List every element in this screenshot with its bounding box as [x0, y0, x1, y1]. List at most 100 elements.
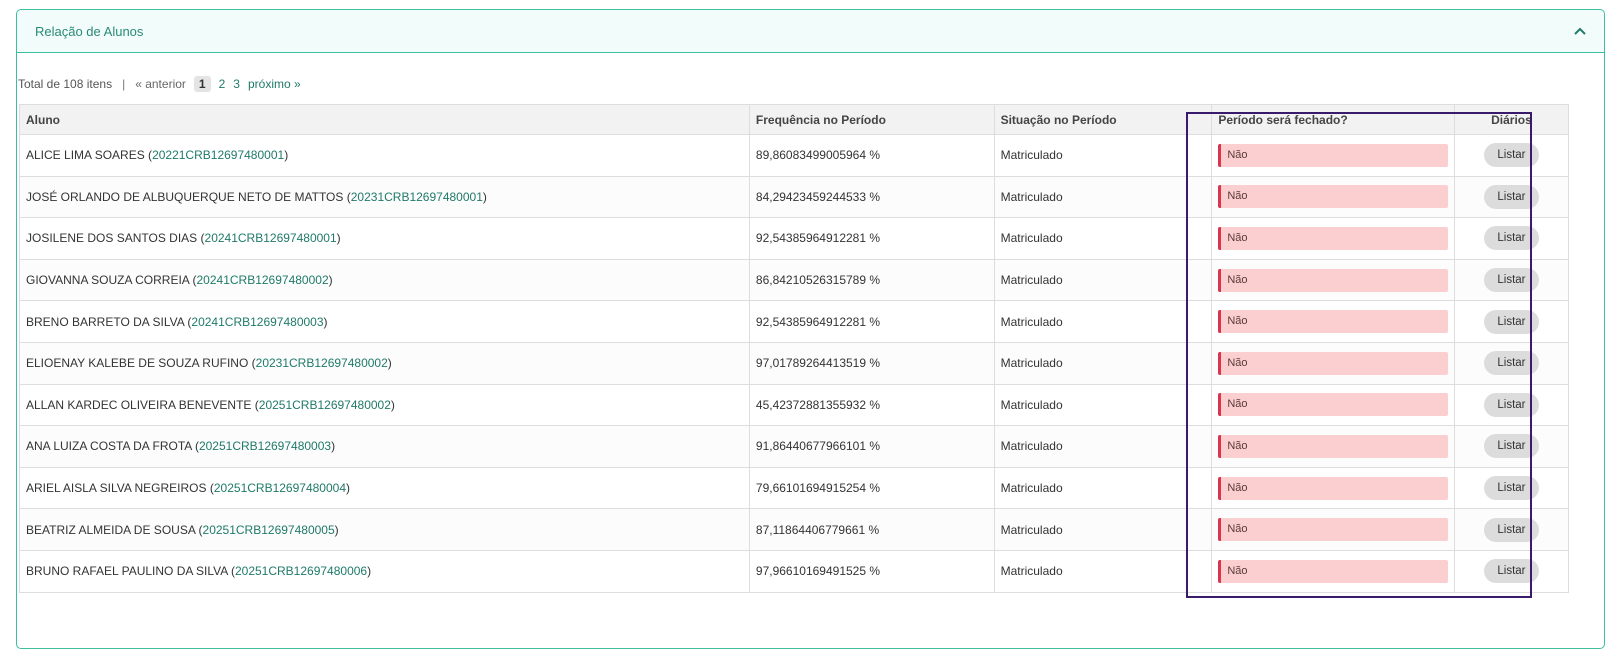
student-name: BRENO BARRETO DA SILVA	[26, 314, 185, 329]
status-badge: Não	[1218, 185, 1448, 209]
cell-diarios: Listar	[1453, 300, 1570, 343]
cell-aluno: BEATRIZ ALMEIDA DE SOUSA (20251CRB126974…	[19, 508, 750, 551]
cell-frequencia: 91,86440677966101 %	[748, 425, 995, 468]
status-badge: Não	[1218, 268, 1448, 292]
cell-diarios: Listar	[1453, 508, 1570, 551]
student-matricula-link[interactable]: 20251CRB12697480003	[199, 439, 331, 453]
col-header-aluno[interactable]: Aluno	[19, 104, 750, 135]
status-badge: Não	[1218, 434, 1448, 458]
listar-button[interactable]: Listar	[1484, 184, 1539, 209]
table-row: BRENO BARRETO DA SILVA (20241CRB12697480…	[19, 300, 1570, 343]
cell-fechado: Não	[1211, 175, 1455, 219]
listar-button[interactable]: Listar	[1484, 434, 1539, 459]
listar-button[interactable]: Listar	[1484, 226, 1539, 251]
cell-aluno: JOSILENE DOS SANTOS DIAS (20241CRB126974…	[19, 217, 750, 260]
cell-diarios: Listar	[1453, 175, 1570, 219]
listar-button[interactable]: Listar	[1484, 392, 1539, 417]
status-badge: Não	[1218, 310, 1448, 334]
col-header-situacao[interactable]: Situação no Período	[993, 104, 1213, 135]
status-badge: Não	[1218, 143, 1448, 167]
cell-situacao: Matriculado	[993, 341, 1213, 385]
cell-fechado: Não	[1211, 134, 1455, 177]
cell-frequencia: 86,84210526315789 %	[748, 258, 995, 302]
cell-fechado: Não	[1211, 341, 1455, 385]
cell-aluno: BRUNO RAFAEL PAULINO DA SILVA (20251CRB1…	[19, 549, 750, 593]
table-row: ELIOENAY KALEBE DE SOUZA RUFINO (20231CR…	[19, 341, 1570, 385]
cell-aluno: ARIEL AISLA SILVA NEGREIROS (20251CRB126…	[19, 466, 750, 510]
student-matricula-link[interactable]: 20251CRB12697480002	[259, 398, 391, 412]
table-row: JOSILENE DOS SANTOS DIAS (20241CRB126974…	[19, 217, 1570, 260]
cell-fechado: Não	[1211, 300, 1455, 343]
cell-situacao: Matriculado	[993, 217, 1213, 260]
cell-diarios: Listar	[1453, 466, 1570, 510]
table-row: ALLAN KARDEC OLIVEIRA BENEVENTE (20251CR…	[19, 383, 1570, 427]
table-row: JOSÉ ORLANDO DE ALBUQUERQUE NETO DE MATT…	[19, 175, 1570, 219]
cell-aluno: ANA LUIZA COSTA DA FROTA (20251CRB126974…	[19, 425, 750, 468]
cell-diarios: Listar	[1453, 258, 1570, 302]
cell-aluno: BRENO BARRETO DA SILVA (20241CRB12697480…	[19, 300, 750, 343]
cell-situacao: Matriculado	[993, 175, 1213, 219]
table-row: BEATRIZ ALMEIDA DE SOUSA (20251CRB126974…	[19, 508, 1570, 551]
cell-aluno: ALICE LIMA SOARES (20221CRB12697480001)	[19, 134, 750, 177]
status-badge: Não	[1218, 476, 1448, 500]
listar-button[interactable]: Listar	[1484, 268, 1539, 293]
cell-fechado: Não	[1211, 383, 1455, 427]
cell-fechado: Não	[1211, 466, 1455, 510]
prev-page-link[interactable]: « anterior	[135, 77, 186, 91]
cell-aluno: GIOVANNA SOUZA CORREIA (20241CRB12697480…	[19, 258, 750, 302]
cell-aluno: ALLAN KARDEC OLIVEIRA BENEVENTE (20251CR…	[19, 383, 750, 427]
col-header-fechado[interactable]: Período será fechado?	[1211, 104, 1455, 135]
current-page: 1	[193, 76, 211, 92]
student-matricula-link[interactable]: 20221CRB12697480001	[152, 148, 284, 162]
alunos-table: Aluno Frequência no Período Situação no …	[19, 104, 1570, 593]
listar-button[interactable]: Listar	[1484, 517, 1539, 542]
listar-button[interactable]: Listar	[1484, 476, 1539, 501]
listar-button[interactable]: Listar	[1484, 351, 1539, 376]
student-matricula-link[interactable]: 20251CRB12697480004	[214, 481, 346, 495]
col-header-frequencia[interactable]: Frequência no Período	[748, 104, 995, 135]
student-name: ALLAN KARDEC OLIVEIRA BENEVENTE	[26, 397, 252, 412]
cell-situacao: Matriculado	[993, 258, 1213, 302]
student-name: ALICE LIMA SOARES	[26, 148, 145, 163]
cell-frequencia: 97,01789264413519 %	[748, 341, 995, 385]
cell-frequencia: 87,11864406779661 %	[748, 508, 995, 551]
student-matricula-link[interactable]: 20241CRB12697480001	[205, 231, 337, 245]
cell-frequencia: 84,29423459244533 %	[748, 175, 995, 219]
listar-button[interactable]: Listar	[1484, 559, 1539, 584]
chevron-up-icon[interactable]	[1574, 23, 1586, 39]
cell-situacao: Matriculado	[993, 300, 1213, 343]
cell-frequencia: 92,54385964912281 %	[748, 300, 995, 343]
listar-button[interactable]: Listar	[1484, 309, 1539, 334]
cell-diarios: Listar	[1453, 217, 1570, 260]
cell-diarios: Listar	[1453, 425, 1570, 468]
table-header-row: Aluno Frequência no Período Situação no …	[19, 104, 1570, 135]
student-name: BRUNO RAFAEL PAULINO DA SILVA	[26, 564, 228, 579]
student-matricula-link[interactable]: 20231CRB12697480002	[256, 356, 388, 370]
page-link-2[interactable]: 2	[219, 77, 226, 91]
table-row: BRUNO RAFAEL PAULINO DA SILVA (20251CRB1…	[19, 549, 1570, 593]
cell-diarios: Listar	[1453, 134, 1570, 177]
student-matricula-link[interactable]: 20251CRB12697480005	[203, 523, 335, 537]
student-matricula-link[interactable]: 20241CRB12697480003	[191, 315, 323, 329]
student-matricula-link[interactable]: 20251CRB12697480006	[235, 564, 367, 578]
page-link-3[interactable]: 3	[233, 77, 240, 91]
listar-button[interactable]: Listar	[1484, 143, 1539, 168]
pager-separator: |	[122, 77, 126, 91]
cell-frequencia: 92,54385964912281 %	[748, 217, 995, 260]
cell-aluno: ELIOENAY KALEBE DE SOUZA RUFINO (20231CR…	[19, 341, 750, 385]
col-header-diarios: Diários	[1453, 104, 1570, 135]
student-matricula-link[interactable]: 20241CRB12697480002	[197, 273, 329, 287]
cell-situacao: Matriculado	[993, 549, 1213, 593]
student-matricula-link[interactable]: 20231CRB12697480001	[351, 190, 483, 204]
student-name: GIOVANNA SOUZA CORREIA	[26, 273, 190, 288]
cell-fechado: Não	[1211, 508, 1455, 551]
cell-fechado: Não	[1211, 258, 1455, 302]
cell-frequencia: 79,66101694915254 %	[748, 466, 995, 510]
cell-situacao: Matriculado	[993, 134, 1213, 177]
student-name: ARIEL AISLA SILVA NEGREIROS	[26, 481, 207, 496]
cell-situacao: Matriculado	[993, 425, 1213, 468]
panel-header[interactable]: Relação de Alunos	[17, 10, 1604, 53]
student-name: ELIOENAY KALEBE DE SOUZA RUFINO	[26, 356, 249, 371]
pagination: Total de 108 itens | « anterior 1 2 3 pr…	[18, 76, 305, 92]
next-page-link[interactable]: próximo »	[248, 77, 301, 91]
